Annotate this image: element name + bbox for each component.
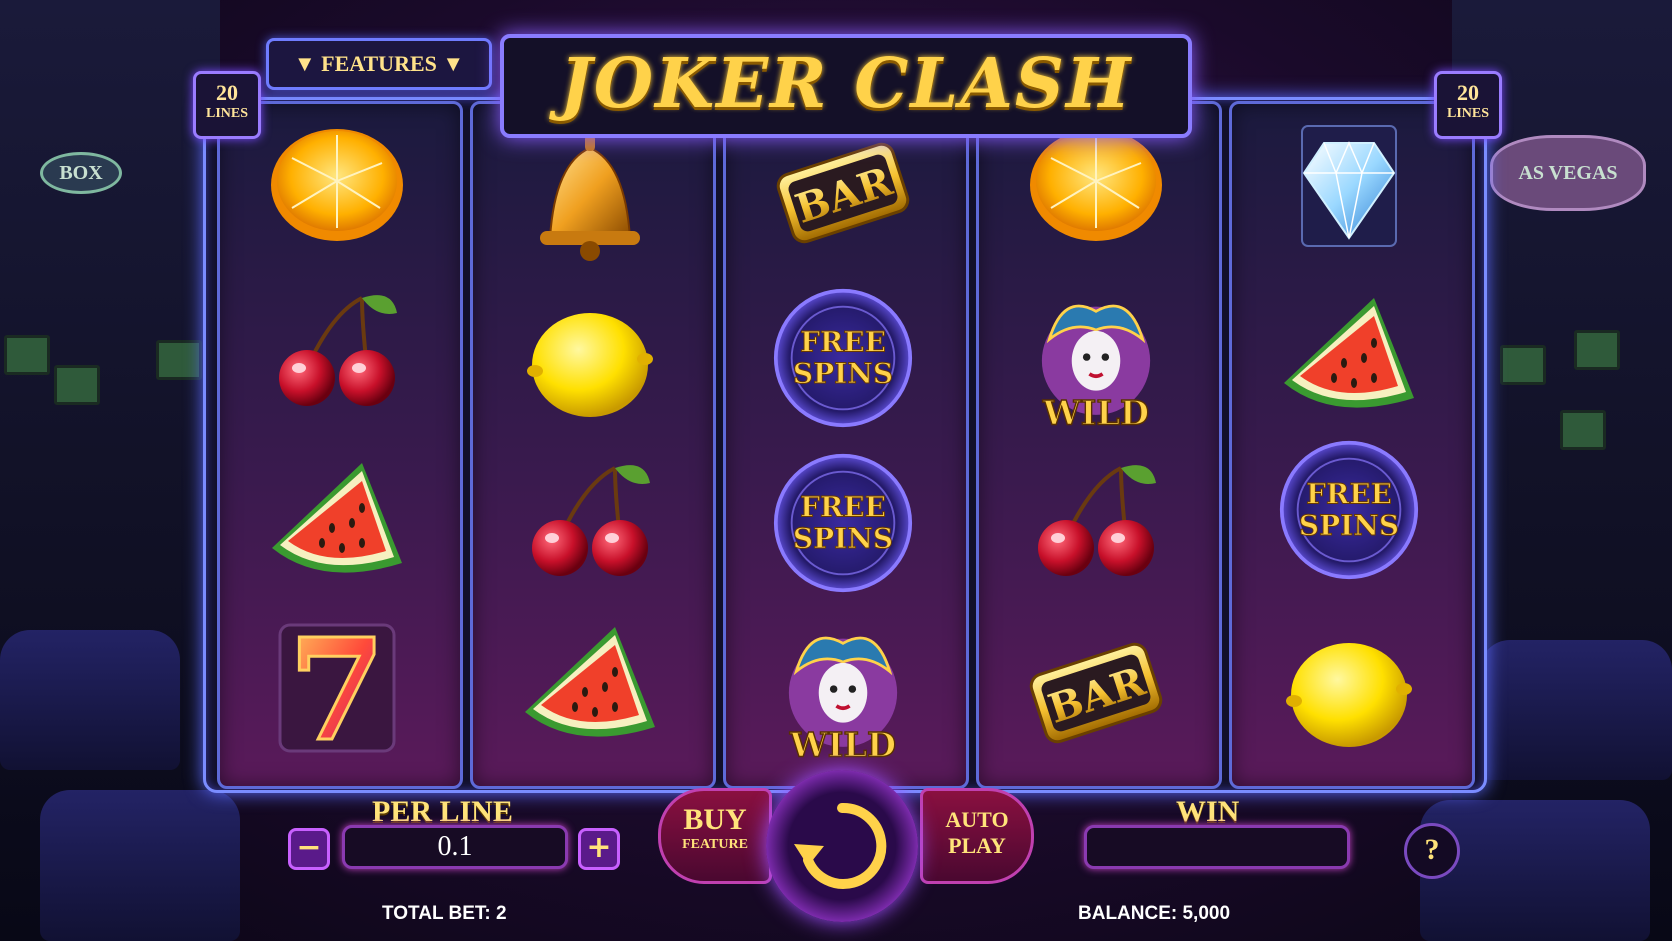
background-seat [1480, 640, 1672, 780]
win-label: WIN [1176, 795, 1240, 828]
spin-button[interactable] [766, 770, 918, 922]
lines-badge-right: 20 LINES [1434, 71, 1502, 139]
cherry-icon [505, 448, 675, 598]
help-button[interactable]: ? [1404, 823, 1460, 879]
wild-joker-icon: WILD [1011, 283, 1181, 433]
wild-joker-icon: WILD [758, 615, 928, 765]
seven-icon: 7 [252, 608, 422, 775]
free-spins-icon: FREE SPINS [758, 448, 928, 598]
cherry-icon [1011, 448, 1181, 598]
background-slot-machine [1500, 345, 1546, 385]
free-spins-icon: FREE SPINS [1264, 435, 1434, 585]
lines-label: LINES [205, 106, 249, 121]
spins-label: SPINS [793, 357, 893, 390]
bar-icon: BAR [1011, 618, 1181, 768]
lines-label: LINES [1446, 106, 1490, 121]
spin-icon [794, 802, 887, 889]
background-slot-machine [156, 340, 202, 380]
background-slot-machine [1574, 330, 1620, 370]
auto-play-button[interactable]: AUTO PLAY [920, 788, 1034, 884]
cherry-icon [252, 278, 422, 428]
game-title: JOKER CLASH [559, 44, 1133, 124]
background-seat [0, 630, 180, 770]
spins-label: SPINS [793, 522, 893, 555]
per-line-label: PER LINE [372, 795, 513, 828]
background-slot-machine [1560, 410, 1606, 450]
wild-label: WILD [789, 724, 896, 764]
background-sign-box: BOX [40, 152, 122, 194]
features-button[interactable]: ▼ FEATURES ▼ [266, 38, 492, 90]
auto-play-line2: PLAY [948, 833, 1006, 858]
total-bet-text: TOTAL BET: 2 [382, 903, 507, 924]
title-banner: JOKER CLASH [500, 34, 1192, 138]
orange-icon [252, 108, 422, 258]
per-line-value: 0.1 [342, 825, 568, 869]
watermelon-icon [1264, 283, 1434, 433]
buy-feature-line1: BUY [683, 803, 747, 836]
wild-label: WILD [1042, 392, 1149, 432]
diamond-icon [1264, 113, 1434, 263]
background-slot-machine [54, 365, 100, 405]
watermelon-icon [505, 612, 675, 762]
free-label: FREE [1306, 477, 1392, 510]
buy-feature-button[interactable]: BUY FEATURE [658, 788, 772, 884]
background-sign-vegas: AS VEGAS [1490, 135, 1646, 211]
bar-icon: BAR [758, 118, 928, 268]
background-seat [1420, 800, 1650, 941]
balance-text: BALANCE: 5,000 [1078, 903, 1231, 924]
lemon-icon [1264, 618, 1434, 768]
increase-bet-button[interactable]: + [578, 828, 620, 870]
background-seat [40, 790, 240, 941]
free-spins-icon: FREE SPINS [758, 283, 928, 433]
win-value [1084, 825, 1350, 869]
free-label: FREE [800, 490, 886, 523]
lines-count: 20 [1457, 80, 1479, 105]
decrease-bet-button[interactable]: − [288, 828, 330, 870]
auto-play-line1: AUTO [945, 807, 1009, 832]
watermelon-icon [252, 448, 422, 598]
lines-badge-left: 20 LINES [193, 71, 261, 139]
free-label: FREE [800, 325, 886, 358]
spins-label: SPINS [1299, 509, 1399, 542]
buy-feature-line2: FEATURE [682, 837, 748, 852]
lemon-icon [505, 288, 675, 438]
lines-count: 20 [216, 80, 238, 105]
seven-label: 7 [288, 609, 385, 773]
background-slot-machine [4, 335, 50, 375]
bell-icon [505, 118, 675, 268]
